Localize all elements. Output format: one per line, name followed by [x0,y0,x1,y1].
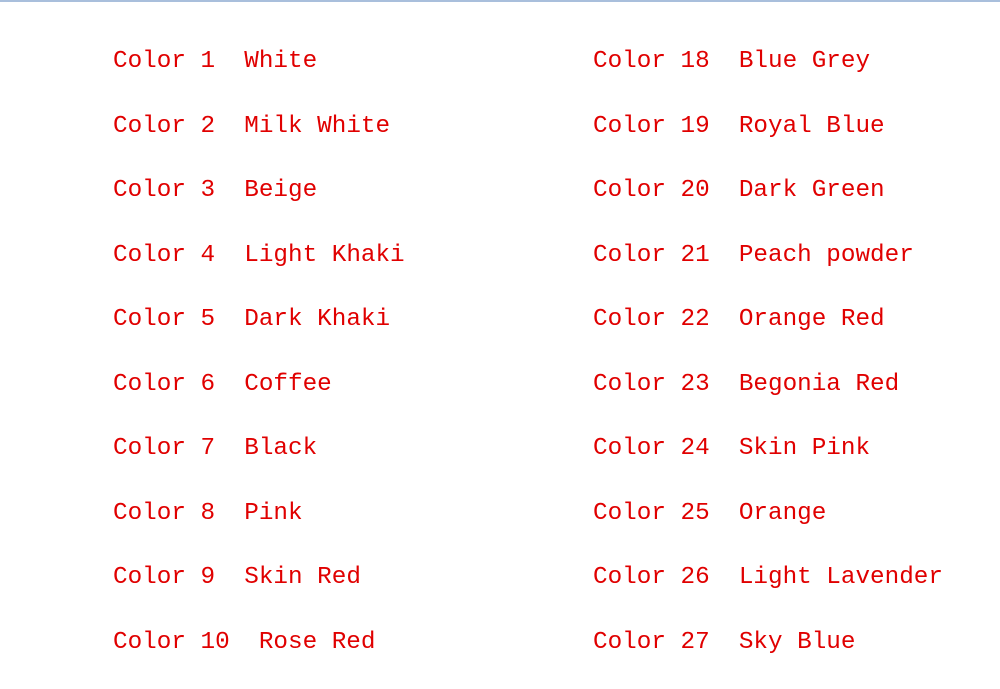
color-name: Begonia Red [739,371,899,398]
color-name: Sky Blue [739,629,856,656]
top-border [0,0,1000,2]
color-number: Color 3 [113,177,215,204]
color-name: Black [244,435,317,462]
color-name: White [244,48,317,75]
color-number: Color 9 [113,564,215,591]
color-number: Color 20 [593,177,710,204]
color-list-item: Color 4 Light Khaki [113,238,405,303]
color-name: Peach powder [739,242,914,269]
color-number: Color 27 [593,629,710,656]
color-list-item: Color 25 Orange [593,496,943,561]
color-list-item: Color 1 White [113,44,405,109]
color-number: Color 24 [593,435,710,462]
color-name: Pink [244,500,302,527]
color-list-item: Color 26 Light Lavender [593,560,943,625]
color-name: Dark Khaki [244,306,390,333]
color-name: Milk White [244,113,390,140]
color-name: Coffee [244,371,331,398]
color-list-item: Color 9 Skin Red [113,560,405,625]
color-list-item: Color 27 Sky Blue [593,625,943,689]
color-list-item: Color 22 Orange Red [593,302,943,367]
color-list-item: Color 20 Dark Green [593,173,943,238]
color-name: Skin Pink [739,435,870,462]
color-name: Blue Grey [739,48,870,75]
color-list-item: Color 18 Blue Grey [593,44,943,109]
color-number: Color 25 [593,500,710,527]
color-name: Rose Red [259,629,376,656]
color-list-item: Color 21 Peach powder [593,238,943,303]
color-list-item: Color 7 Black [113,431,405,496]
color-number: Color 19 [593,113,710,140]
color-list-item: Color 24 Skin Pink [593,431,943,496]
color-list-right: Color 18 Blue GreyColor 19 Royal BlueCol… [593,44,943,689]
color-list-item: Color 23 Begonia Red [593,367,943,432]
color-number: Color 18 [593,48,710,75]
color-list-item: Color 6 Coffee [113,367,405,432]
color-number: Color 22 [593,306,710,333]
color-number: Color 23 [593,371,710,398]
color-list-item: Color 10 Rose Red [113,625,405,689]
color-number: Color 2 [113,113,215,140]
color-list-item: Color 8 Pink [113,496,405,561]
color-list-item: Color 5 Dark Khaki [113,302,405,367]
color-name: Dark Green [739,177,885,204]
color-number: Color 26 [593,564,710,591]
color-number: Color 7 [113,435,215,462]
color-number: Color 8 [113,500,215,527]
color-name: Orange [739,500,826,527]
color-list-item: Color 2 Milk White [113,109,405,174]
color-number: Color 10 [113,629,230,656]
color-list-item: Color 19 Royal Blue [593,109,943,174]
color-number: Color 1 [113,48,215,75]
color-list-item: Color 3 Beige [113,173,405,238]
color-name: Skin Red [244,564,361,591]
color-number: Color 5 [113,306,215,333]
color-name: Beige [244,177,317,204]
color-name: Orange Red [739,306,885,333]
color-name: Royal Blue [739,113,885,140]
color-name: Light Lavender [739,564,943,591]
color-name: Light Khaki [244,242,404,269]
color-list-left: Color 1 WhiteColor 2 Milk WhiteColor 3 B… [113,44,405,689]
color-number: Color 21 [593,242,710,269]
color-number: Color 4 [113,242,215,269]
color-number: Color 6 [113,371,215,398]
